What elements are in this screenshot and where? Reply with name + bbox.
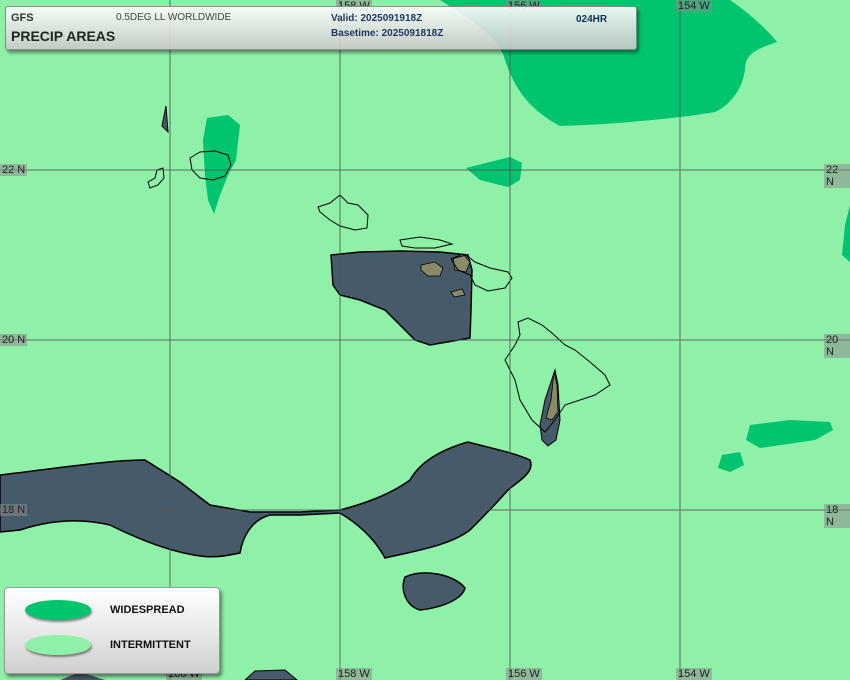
widespread-area-channel bbox=[466, 157, 522, 187]
lat-label-20n-right: 20 N bbox=[824, 334, 850, 358]
dark-precip-bottom bbox=[244, 669, 298, 680]
lat-label-18n-right: 18 N bbox=[824, 504, 850, 528]
lat-label-18n-left: 18 N bbox=[0, 504, 28, 516]
grid-description: 0.5DEG LL WORLDWIDE bbox=[116, 12, 232, 23]
dark-precip-niihau-edge bbox=[161, 105, 169, 134]
coastline-niihau bbox=[147, 167, 165, 189]
legend-label-intermittent: INTERMITTENT bbox=[110, 639, 191, 651]
model-name: GFS bbox=[11, 12, 34, 24]
map-header-panel: GFS 0.5DEG LL WORLDWIDE PRECIP AREAS Val… bbox=[5, 6, 637, 50]
lon-label-154w-bottom: 154 W bbox=[676, 668, 712, 680]
map-legend: WIDESPREAD INTERMITTENT bbox=[4, 587, 220, 674]
product-title: PRECIP AREAS bbox=[11, 28, 116, 44]
dark-precip-maui-lanai bbox=[330, 250, 473, 346]
widespread-area-east-small bbox=[718, 452, 744, 472]
intermittent-swatch-icon bbox=[25, 635, 91, 655]
lon-label-158w-bottom: 158 W bbox=[336, 668, 372, 680]
valid-time: Valid: 2025091918Z bbox=[331, 13, 423, 24]
widespread-swatch-icon bbox=[25, 600, 91, 620]
dark-precip-southern-band bbox=[0, 441, 532, 559]
widespread-area-east-edge bbox=[842, 205, 850, 262]
lat-label-22n-left: 22 N bbox=[0, 164, 28, 176]
coastline-oahu bbox=[317, 194, 369, 231]
widespread-area-east bbox=[746, 420, 833, 448]
widespread-area-kauai bbox=[203, 115, 240, 214]
lon-label-154w-top: 154 W bbox=[676, 0, 712, 12]
lon-label-156w-bottom: 156 W bbox=[506, 668, 542, 680]
coastline-molokai bbox=[399, 236, 454, 249]
legend-label-widespread: WIDESPREAD bbox=[110, 604, 185, 616]
dark-precip-south-blob bbox=[402, 572, 466, 611]
forecast-hour: 024HR bbox=[576, 14, 608, 25]
lat-label-22n-right: 22 N bbox=[824, 164, 850, 188]
lat-label-20n-left: 20 N bbox=[0, 334, 28, 346]
base-time: Basetime: 2025091818Z bbox=[331, 28, 444, 39]
precip-map bbox=[0, 0, 850, 680]
